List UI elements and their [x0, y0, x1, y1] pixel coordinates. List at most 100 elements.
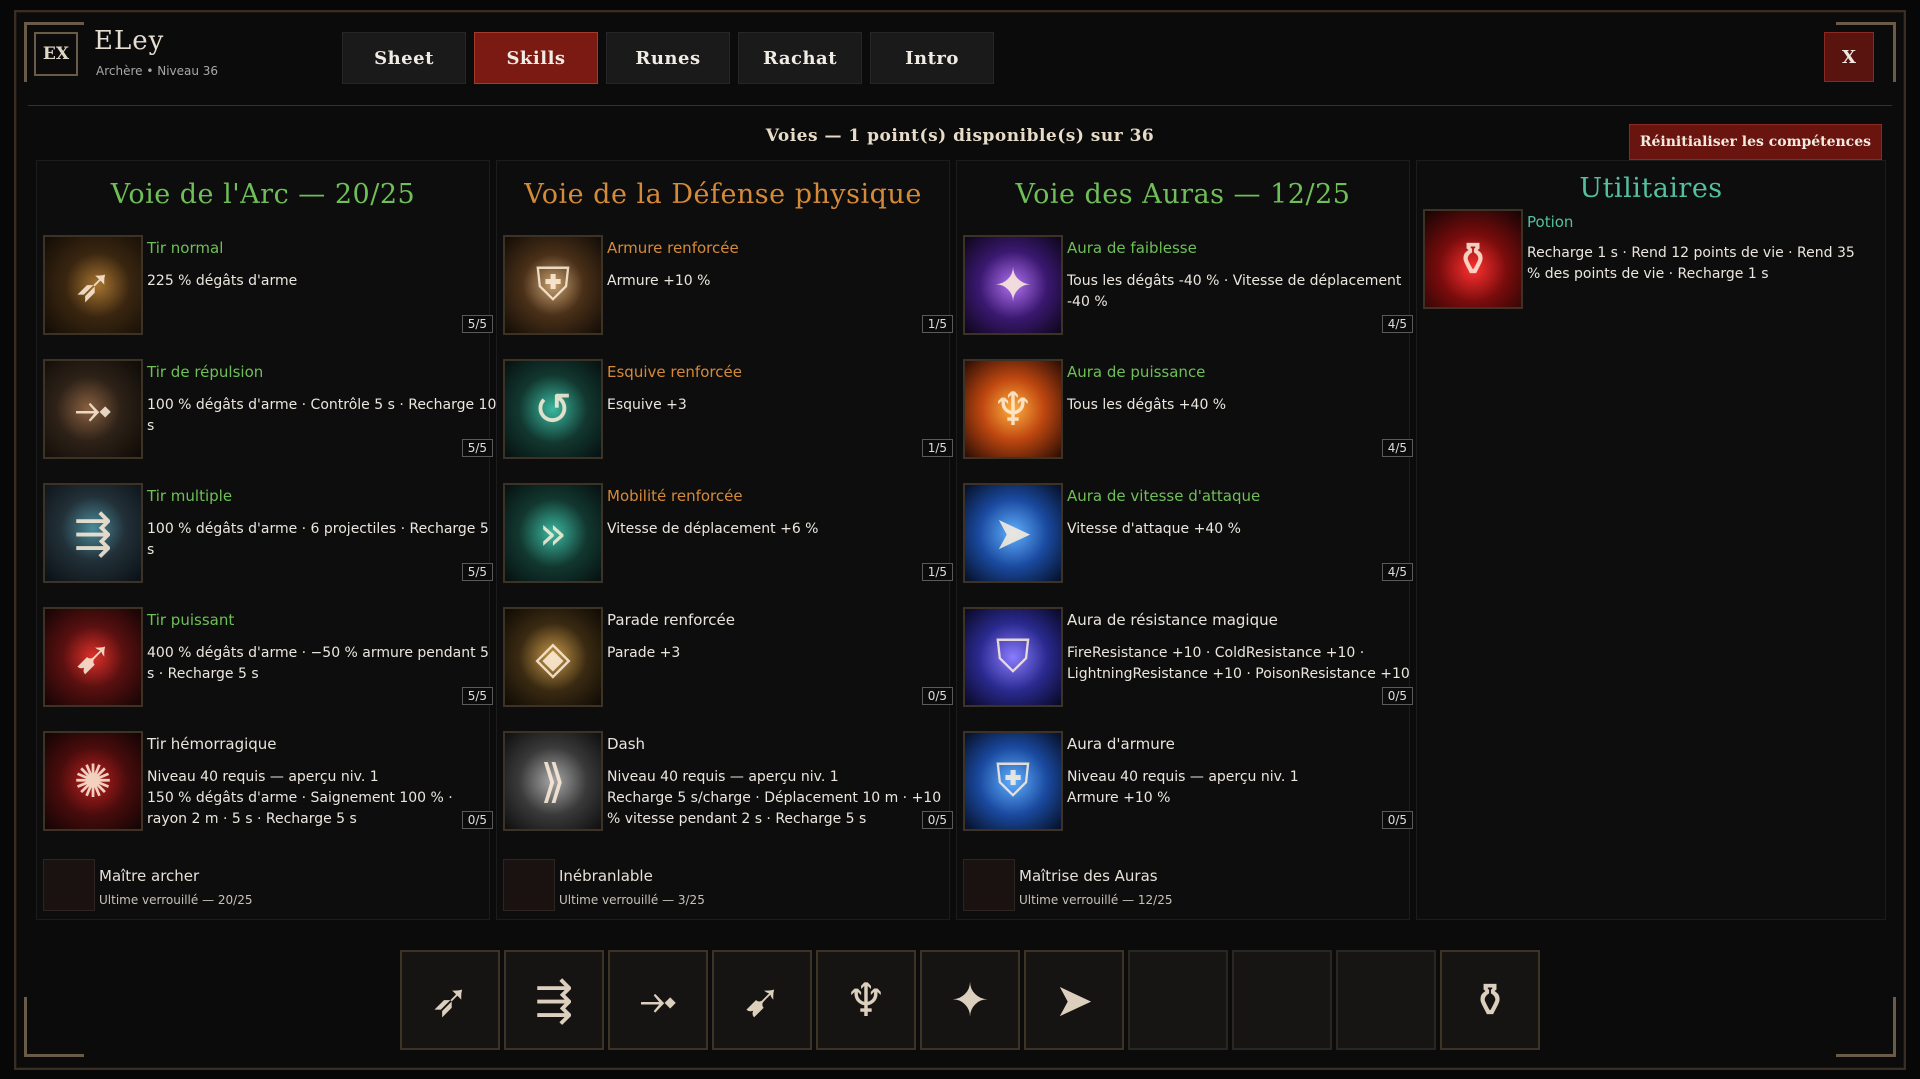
column-title: Voie de la Défense physique — [524, 179, 922, 210]
skill-esquive-renforcee[interactable]: ↺ 1/5 Esquive renforcée Esquive +3 — [503, 359, 955, 459]
skill-level: 4/5 — [1381, 439, 1413, 457]
ultimate-locked-icon — [503, 859, 555, 911]
skill-desc: Tous les dégâts -40 % · Vitesse de dépla… — [1067, 273, 1402, 310]
column-title: Voie des Auras — 12/25 — [1015, 179, 1351, 210]
column-title: Voie de l'Arc — 20/25 — [110, 179, 416, 210]
hotbar-slot-6[interactable]: ✦ — [920, 950, 1020, 1050]
tab-bar: Sheet Skills Runes Rachat Intro — [342, 32, 994, 84]
skill-level: 5/5 — [461, 315, 493, 333]
skill-name: Tir multiple — [147, 487, 233, 505]
corner-ornament — [24, 997, 84, 1057]
tab-runes[interactable]: Runes — [606, 32, 730, 84]
ultimate-name: Maîtrise des Auras — [1019, 867, 1158, 885]
skill-desc: Parade +3 — [607, 645, 681, 661]
skill-level: 4/5 — [1381, 315, 1413, 333]
skill-level: 4/5 — [1381, 563, 1413, 581]
skill-dash[interactable]: ⟫ 0/5 Dash Niveau 40 requis — aperçu niv… — [503, 731, 955, 831]
speed-aura-icon: ➤ — [963, 483, 1063, 583]
ultimate-status: Ultime verrouillé — 12/25 — [1019, 893, 1173, 907]
armor-icon: ⛨ — [503, 235, 603, 335]
skill-tir-normal[interactable]: ➶ 5/5 Tir normal 225 % dégâts d'arme — [43, 235, 495, 335]
dodge-icon: ↺ — [503, 359, 603, 459]
repel-arrow-icon: ⤞ — [43, 359, 143, 459]
column-auras: Voie des Auras — 12/25 ✦ 4/5 Aura de fai… — [956, 160, 1413, 920]
ultimate-auras[interactable]: Maîtrise des Auras Ultime verrouillé — 1… — [963, 859, 1415, 913]
column-title: Utilitaires — [1579, 173, 1723, 204]
power-shot-icon: ➹ — [43, 607, 143, 707]
hotbar: ➶ ⇶ ⤞ ➹ ♆ ✦ ➤ ⚱ — [400, 950, 1540, 1050]
ultimate-bow[interactable]: Maître archer Ultime verrouillé — 20/25 — [43, 859, 495, 913]
skill-desc: Armure +10 % — [607, 273, 711, 289]
skill-potion[interactable]: ⚱ Potion Recharge 1 s · Rend 12 points d… — [1423, 209, 1891, 309]
potion-icon: ⚱ — [1423, 209, 1523, 309]
skill-desc: 100 % dégâts d'arme · Contrôle 5 s · Rec… — [147, 397, 497, 434]
skill-tir-repulsion[interactable]: ⤞ 5/5 Tir de répulsion 100 % dégâts d'ar… — [43, 359, 497, 459]
ultimate-name: Maître archer — [99, 867, 200, 885]
skill-name: Dash — [607, 735, 646, 753]
skill-mobilite-renforcee[interactable]: » 1/5 Mobilité renforcée Vitesse de dépl… — [503, 483, 955, 583]
skill-aura-faiblesse[interactable]: ✦ 4/5 Aura de faiblesse Tous les dégâts … — [963, 235, 1415, 335]
tab-rachat[interactable]: Rachat — [738, 32, 862, 84]
tab-skills[interactable]: Skills — [474, 32, 598, 84]
skill-desc: Vitesse d'attaque +40 % — [1067, 521, 1241, 537]
hotbar-slot-1[interactable]: ➶ — [400, 950, 500, 1050]
skill-tir-multiple[interactable]: ⇶ 5/5 Tir multiple 100 % dégâts d'arme ·… — [43, 483, 495, 583]
ultimate-locked-icon — [43, 859, 95, 911]
hotbar-slot-10[interactable] — [1336, 950, 1436, 1050]
skill-armure-renforcee[interactable]: ⛨ 1/5 Armure renforcée Armure +10 % — [503, 235, 955, 335]
close-button[interactable]: X — [1824, 32, 1874, 82]
skill-aura-armure[interactable]: ⛨ 0/5 Aura d'armure Niveau 40 requis — a… — [963, 731, 1415, 831]
skill-desc: Niveau 40 requis — aperçu niv. 1 Armure … — [1067, 769, 1299, 806]
skill-desc: 400 % dégâts d'arme · −50 % armure penda… — [147, 645, 489, 682]
skill-level: 0/5 — [1381, 811, 1413, 829]
skill-name: Aura d'armure — [1067, 735, 1175, 753]
skill-aura-puissance[interactable]: ♆ 4/5 Aura de puissance Tous les dégâts … — [963, 359, 1415, 459]
skill-name: Tir puissant — [147, 611, 235, 629]
tab-intro[interactable]: Intro — [870, 32, 994, 84]
skill-aura-vitesse-attaque[interactable]: ➤ 4/5 Aura de vitesse d'attaque Vitesse … — [963, 483, 1415, 583]
skill-name: Aura de puissance — [1067, 363, 1206, 381]
skill-level: 5/5 — [461, 439, 493, 457]
hotbar-slot-3[interactable]: ⤞ — [608, 950, 708, 1050]
hotbar-slot-11[interactable]: ⚱ — [1440, 950, 1540, 1050]
skill-desc: Niveau 40 requis — aperçu niv. 1 150 % d… — [147, 769, 453, 827]
magic-resist-aura-icon: ⛉ — [963, 607, 1063, 707]
skill-tir-puissant[interactable]: ➹ 5/5 Tir puissant 400 % dégâts d'arme ·… — [43, 607, 495, 707]
parry-shield-icon: ◈ — [503, 607, 603, 707]
skill-name: Armure renforcée — [607, 239, 739, 257]
skill-desc: Tous les dégâts +40 % — [1067, 397, 1227, 413]
skill-desc: 100 % dégâts d'arme · 6 projectiles · Re… — [147, 521, 489, 558]
skill-level: 1/5 — [921, 563, 953, 581]
hotbar-slot-4[interactable]: ➹ — [712, 950, 812, 1050]
corner-ornament — [1836, 997, 1896, 1057]
power-aura-icon: ♆ — [963, 359, 1063, 459]
bleed-shot-icon: ✺ — [43, 731, 143, 831]
ultimate-name: Inébranlable — [559, 867, 653, 885]
skill-aura-resistance-magique[interactable]: ⛉ 0/5 Aura de résistance magique FireRes… — [963, 607, 1415, 707]
skill-tir-hemorragique[interactable]: ✺ 0/5 Tir hémorragique Niveau 40 requis … — [43, 731, 495, 831]
skill-name: Aura de vitesse d'attaque — [1067, 487, 1261, 505]
skill-level: 1/5 — [921, 315, 953, 333]
skill-desc: FireResistance +10 · ColdResistance +10 … — [1067, 645, 1410, 682]
skill-name: Parade renforcée — [607, 611, 736, 629]
ex-badge: EX — [34, 32, 78, 76]
hotbar-slot-5[interactable]: ♆ — [816, 950, 916, 1050]
skill-parade-renforcee[interactable]: ◈ 0/5 Parade renforcée Parade +3 — [503, 607, 955, 707]
ultimate-defense[interactable]: Inébranlable Ultime verrouillé — 3/25 — [503, 859, 955, 913]
skill-name: Aura de faiblesse — [1067, 239, 1197, 257]
hotbar-slot-2[interactable]: ⇶ — [504, 950, 604, 1050]
hotbar-slot-9[interactable] — [1232, 950, 1332, 1050]
dash-icon: ⟫ — [503, 731, 603, 831]
ultimate-status: Ultime verrouillé — 3/25 — [559, 893, 705, 907]
tab-sheet[interactable]: Sheet — [342, 32, 466, 84]
column-defense: Voie de la Défense physique ⛨ 1/5 Armure… — [496, 160, 953, 920]
hotbar-slot-8[interactable] — [1128, 950, 1228, 1050]
skill-name: Tir de répulsion — [147, 363, 264, 381]
arrow-icon: ➶ — [43, 235, 143, 335]
skill-desc: Esquive +3 — [607, 397, 687, 413]
reset-skills-button[interactable]: Réinitialiser les compétences — [1628, 124, 1882, 160]
hotbar-slot-7[interactable]: ➤ — [1024, 950, 1124, 1050]
skill-level: 5/5 — [461, 687, 493, 705]
character-subtitle: Archère • Niveau 36 — [96, 64, 219, 78]
mobility-icon: » — [503, 483, 603, 583]
